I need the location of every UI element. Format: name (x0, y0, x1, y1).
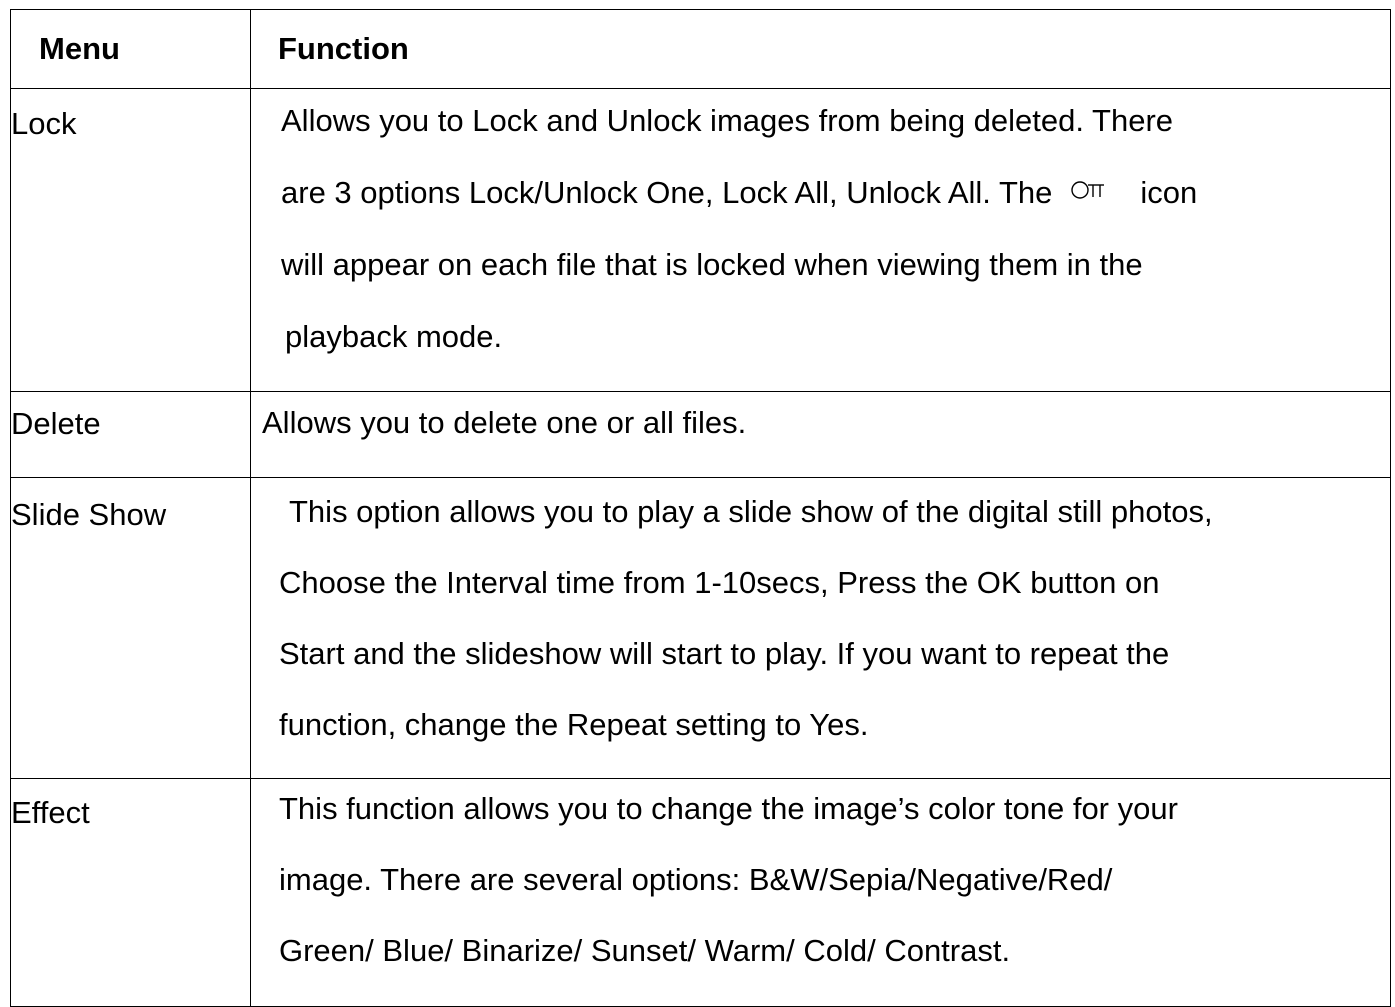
menu-item-lock: Lock (11, 106, 77, 141)
lock-line-2: are 3 options Lock/Unlock One, Lock All,… (281, 175, 1390, 247)
lock-line-1: Allows you to Lock and Unlock images fro… (281, 103, 1174, 138)
delete-description: Allows you to delete one or all files. (251, 392, 1390, 477)
lock-description: Allows you to Lock and Unlock images fro… (251, 89, 1390, 391)
menu-function-table: Menu Function Lock Allows you to Lock an… (10, 9, 1391, 1007)
table-row-slide-show: Slide Show This option allows you to pla… (10, 477, 1391, 779)
slide-show-line-2: Choose the Interval time from 1-10secs, … (279, 565, 1160, 600)
effect-description: This function allows you to change the i… (251, 779, 1390, 1004)
lock-line-2-text: are 3 options Lock/Unlock One, Lock All,… (281, 175, 1053, 210)
table-row-effect: Effect This function allows you to chang… (10, 778, 1391, 1007)
table-row-lock: Lock Allows you to Lock and Unlock image… (10, 88, 1391, 392)
table-row-delete: Delete Allows you to delete one or all f… (10, 391, 1391, 478)
slide-show-line-1: This option allows you to play a slide s… (289, 494, 1213, 529)
table-header-row: Menu Function (10, 9, 1391, 89)
effect-line-3: Green/ Blue/ Binarize/ Sunset/ Warm/ Col… (279, 933, 1011, 968)
menu-item-slide-show: Slide Show (11, 497, 167, 532)
lock-line-2-icon-word: icon (1140, 175, 1198, 210)
slide-show-description: This option allows you to play a slide s… (251, 478, 1390, 778)
menu-item-delete: Delete (11, 406, 101, 441)
delete-line-1: Allows you to delete one or all files. (262, 405, 747, 440)
slide-show-line-4: function, change the Repeat setting to Y… (279, 707, 869, 742)
lock-line-4: playback mode. (285, 319, 503, 354)
slide-show-line-3: Start and the slideshow will start to pl… (279, 636, 1170, 671)
lock-line-3: will appear on each file that is locked … (281, 247, 1143, 282)
menu-item-effect: Effect (11, 795, 90, 830)
effect-line-1: This function allows you to change the i… (279, 791, 1178, 826)
function-header: Function (250, 9, 1391, 89)
key-icon (1071, 181, 1105, 199)
menu-header: Menu (10, 9, 251, 89)
effect-line-2: image. There are several options: B&W/Se… (279, 862, 1113, 897)
